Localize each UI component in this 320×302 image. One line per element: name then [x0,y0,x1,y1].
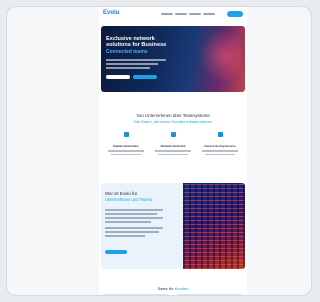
website-page: Evolu Exclusive network solutions for Bu… [99,7,247,295]
team-title-accent: Kunden [174,286,189,291]
feature-title: Cloud & Hosting Services [204,145,236,148]
feature-text-line [155,150,191,152]
team-card[interactable] [103,294,169,295]
team-section-title: Sales für Kunden [99,286,247,291]
box-icon [123,132,129,137]
nav-link[interactable] [203,13,215,15]
feature-card: Cloud & Hosting Services [197,132,243,155]
hero-image [201,30,241,88]
about-text-line [105,231,159,233]
feature-text-line [205,153,235,155]
nav-links [161,13,215,15]
about-text-line [105,235,145,237]
top-navigation: Evolu [99,7,247,23]
lock-icon [170,132,176,137]
team-card[interactable] [177,294,243,295]
services-title: Von Unternehmen über Teamsysteme [136,113,210,118]
services-subtitle: Die Daten, die einen Kunden Infrastruktu… [133,119,213,124]
nav-link[interactable] [175,13,187,15]
hero-primary-button[interactable] [106,75,130,79]
nav-link[interactable] [161,13,173,15]
hero-banner: Exclusive network solutions for Business… [101,26,245,92]
nav-cta-button[interactable] [227,11,243,17]
feature-card: Netzwerk-Sicherheit [150,132,196,155]
hero-text-line [106,63,158,65]
hero-title: Exclusive network solutions for Business [106,36,167,49]
feature-title: Netzwerk-Sicherheit [160,145,186,148]
nav-link[interactable] [189,13,201,15]
team-title-text: Sales für [157,286,174,291]
hero-text-line [106,67,150,69]
feature-text-line [158,153,188,155]
feature-card: Digitale Infrastruktur [103,132,149,155]
about-text-line [105,217,163,219]
about-text-line [105,221,151,223]
feature-text-line [111,153,141,155]
hero-text-line [106,59,166,61]
feature-text-line [202,150,238,152]
server-room-image [183,183,245,269]
cloud-icon [217,132,223,137]
about-text-line [105,213,157,215]
about-button[interactable] [105,250,127,254]
about-accent-text: Unternehmen und Teams [105,197,152,202]
about-title: Wer ist Evolu für [105,191,138,196]
about-section: Wer ist Evolu für Unternehmen und Teams [101,183,245,269]
site-logo[interactable]: Evolu [103,10,119,16]
hero-accent-text: Connected teams [106,49,148,55]
about-text-line [105,227,163,229]
about-text-line [105,209,163,211]
feature-title: Digitale Infrastruktur [113,145,139,148]
hero-secondary-button[interactable] [133,75,157,79]
feature-text-line [108,150,144,152]
browser-preview-card: Evolu Exclusive network solutions for Bu… [6,6,312,296]
